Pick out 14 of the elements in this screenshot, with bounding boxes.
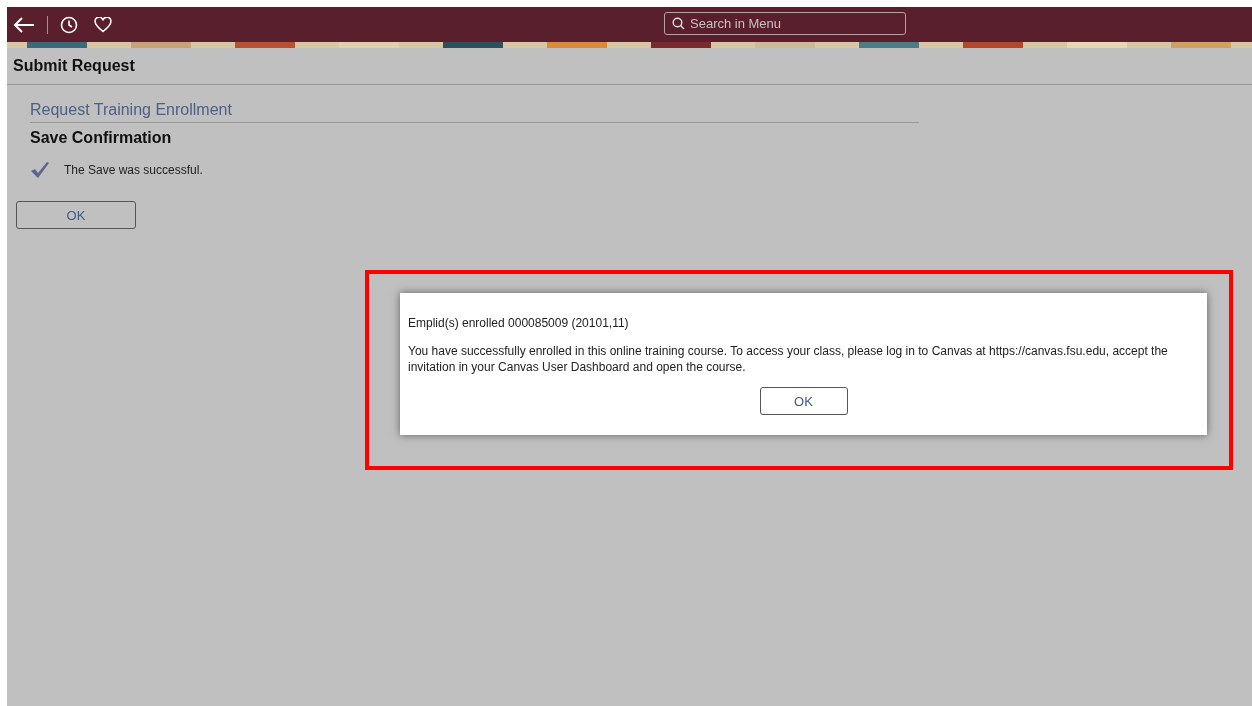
dialog-text: You have successfully enrolled in this online training course. To access your class, please log in to Canvas at https://canvas.fsu.edu, accept the invitation in your Canvas User Dashboard and open the course. — [408, 343, 1169, 375]
ok-button[interactable]: OK — [16, 201, 136, 229]
heart-icon[interactable] — [94, 16, 112, 33]
subheading: Save Confirmation — [30, 129, 173, 147]
clock-icon[interactable] — [60, 15, 78, 34]
success-message: The Save was successful. — [64, 163, 203, 177]
back-icon[interactable] — [13, 16, 35, 33]
search-field[interactable]: Search in Menu — [664, 12, 906, 35]
ok-button[interactable]: OK — [759, 387, 848, 415]
section-title: Request Training Enrollment — [30, 101, 919, 123]
dialog-text: Emplid(s) enrolled 000085009 (20101,11) — [408, 315, 630, 331]
page-title: Submit Request — [13, 57, 135, 75]
checkmark-icon — [30, 161, 50, 179]
search-icon — [672, 17, 685, 30]
